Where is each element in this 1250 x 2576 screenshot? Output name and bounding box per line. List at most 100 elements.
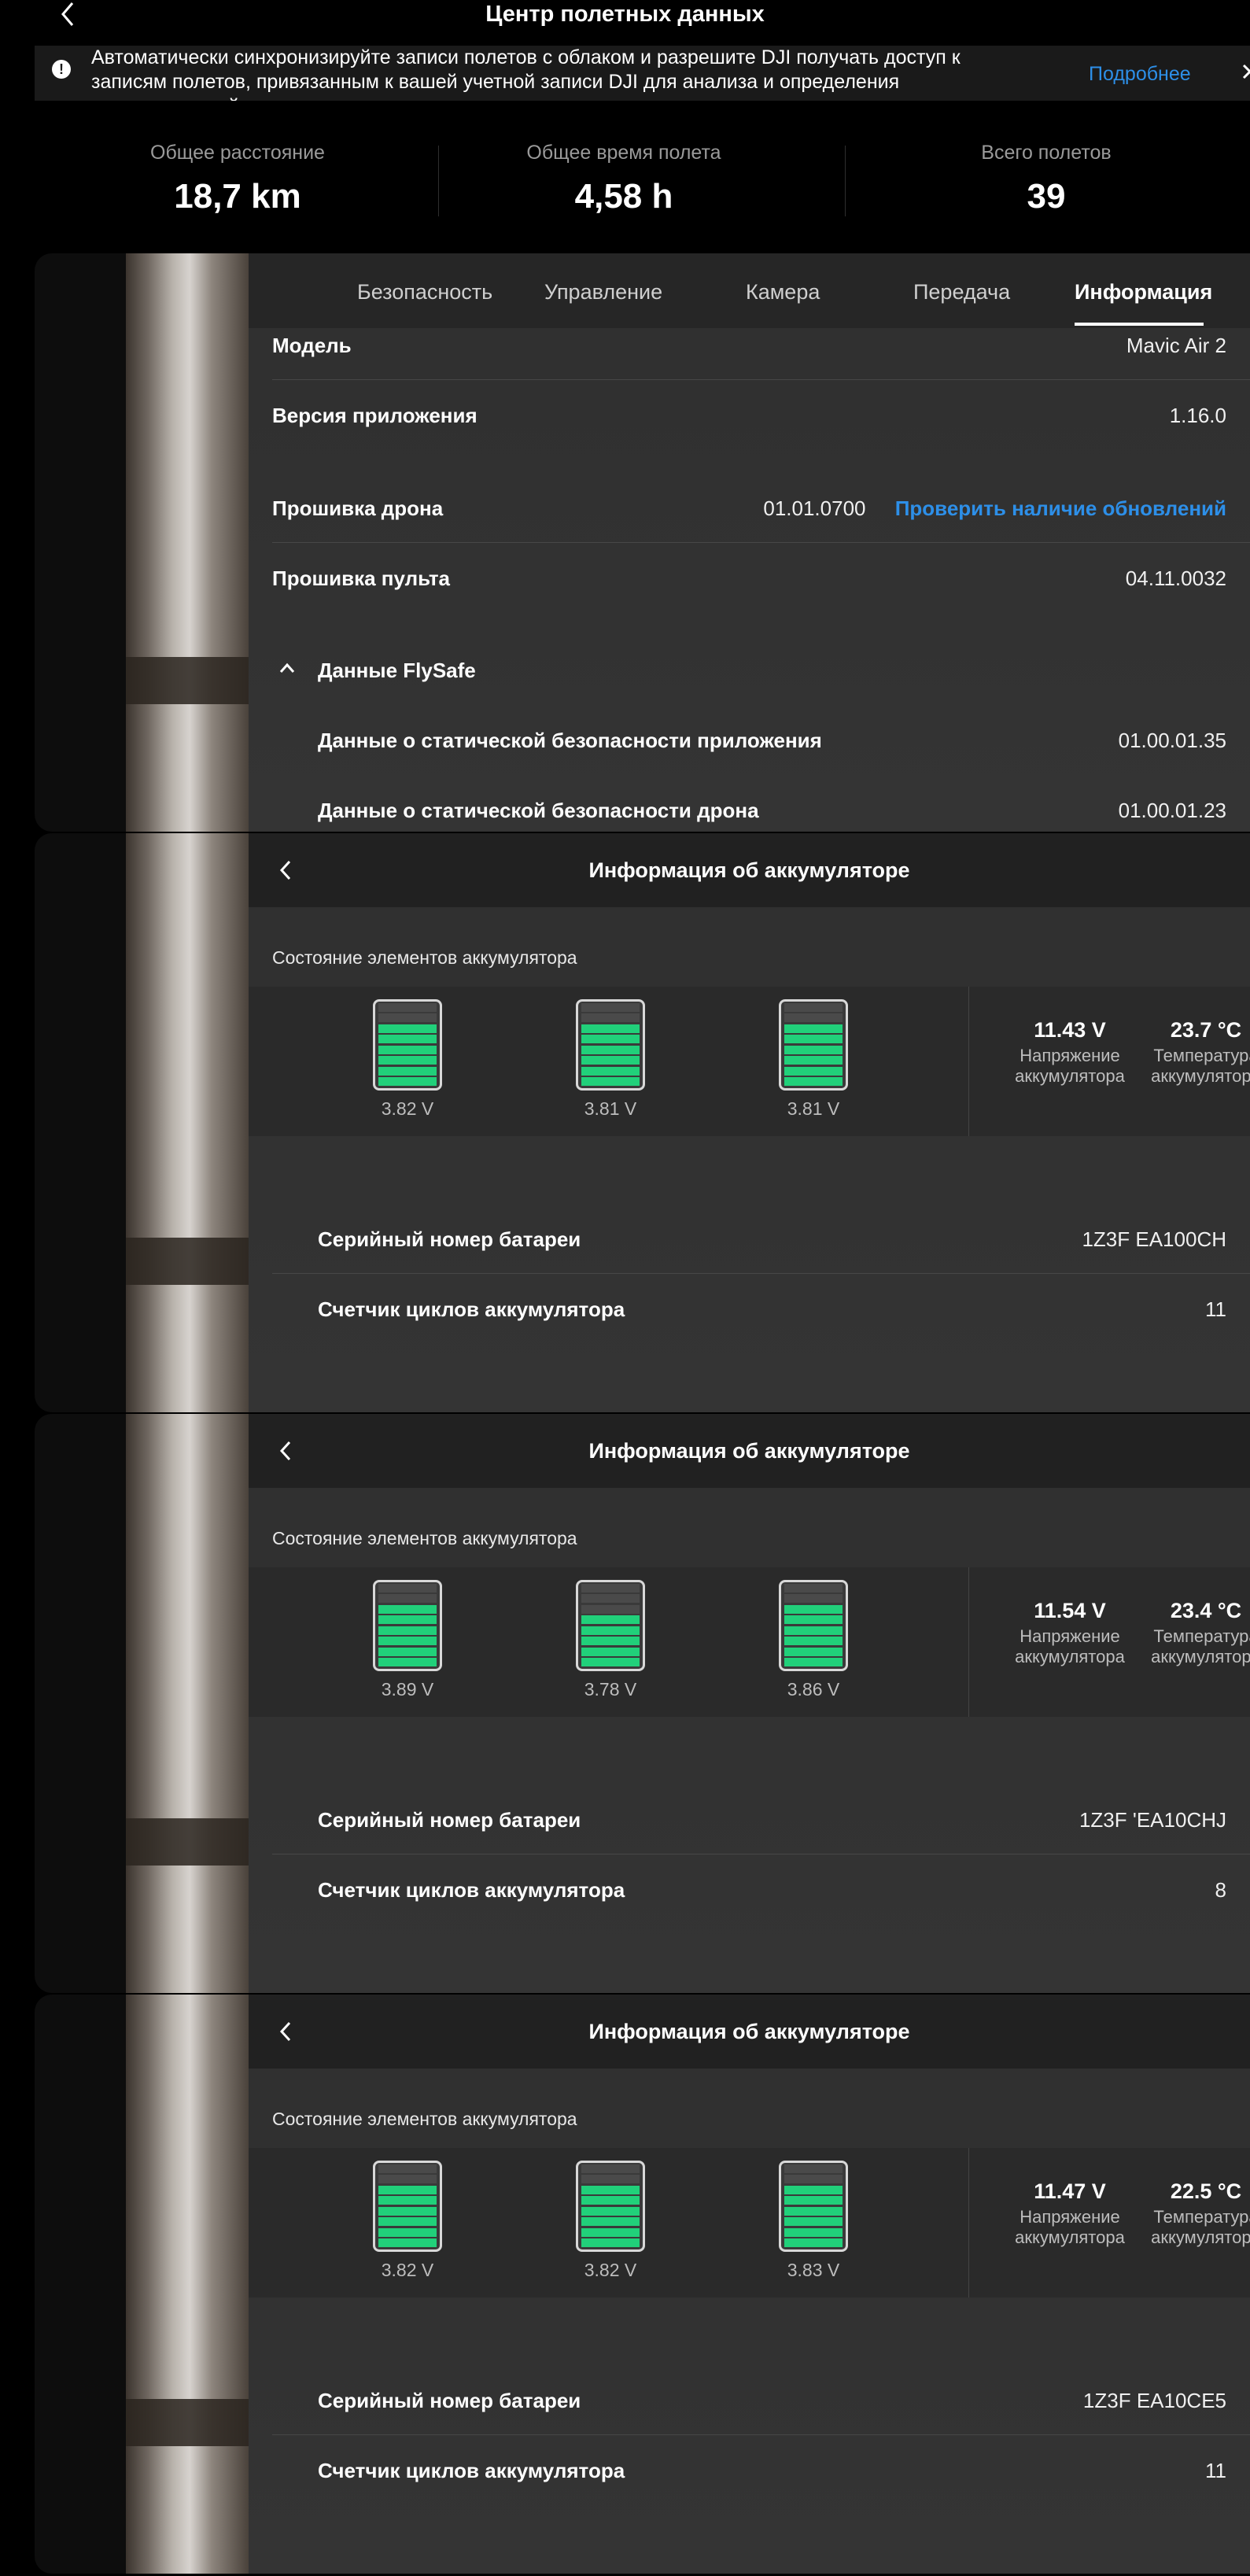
voltage-value: 11.47 V — [1034, 2179, 1106, 2203]
voltage-label: Напряжение аккумулятора — [1003, 2207, 1137, 2248]
battery-content: Информация об аккумуляторе Состояние эле… — [249, 1414, 1250, 1993]
voltage-label-line: аккумулятора — [1015, 1647, 1125, 1666]
row-label: Данные FlySafe — [318, 659, 476, 682]
alert-icon: ! — [52, 60, 71, 79]
info-row-app-static: Данные о статической безопасности прилож… — [249, 706, 1250, 775]
cell-segment — [378, 2164, 437, 2173]
info-panel: Безопасность Управление Камера Передача … — [35, 253, 1250, 832]
row-divider — [272, 379, 1250, 380]
cells-label: Состояние элементов аккумулятора — [272, 947, 577, 968]
tab-camera[interactable]: Камера — [746, 280, 820, 304]
more-link[interactable]: Подробнее — [1089, 63, 1191, 86]
cells-area: 3.82 V 3.82 V 3.83 V 11.47 V Напряжение … — [249, 2148, 1250, 2297]
cell-segment — [784, 2217, 843, 2226]
cell-segment — [378, 1615, 437, 1624]
chevron-up-icon — [279, 662, 295, 673]
row-label: Модель — [272, 334, 352, 357]
row-value: 1Z3F 'EA10CHJ — [1079, 1808, 1226, 1832]
cell-segment — [581, 2217, 640, 2226]
tab-information[interactable]: Информация — [1075, 280, 1212, 304]
info-content: Безопасность Управление Камера Передача … — [249, 253, 1250, 832]
cells-area: 3.89 V 3.78 V 3.86 V 11.54 V Напряжение … — [249, 1567, 1250, 1717]
battery-cell: 3.81 V — [576, 999, 645, 1120]
cell-segment — [581, 1604, 640, 1614]
temperature-label: Температура аккумулятора — [1139, 1046, 1250, 1087]
row-label: Прошивка пульта — [272, 566, 451, 590]
stat-label: Общее расстояние — [150, 142, 325, 164]
tab-control[interactable]: Управление — [544, 280, 662, 304]
cell-segment — [581, 1035, 640, 1043]
cell-segment — [784, 2164, 843, 2173]
battery-temperature: 22.5 °C Температура аккумулятора — [1139, 2179, 1250, 2248]
tab-safety[interactable]: Безопасность — [357, 280, 492, 304]
row-divider — [272, 542, 1250, 543]
stat-total-distance: Общее расстояние 18,7 km — [33, 142, 442, 216]
background-photo — [126, 253, 249, 832]
row-value: Mavic Air 2 — [1126, 334, 1226, 357]
cell-segment — [378, 1035, 437, 1043]
row-label: Версия приложения — [272, 404, 478, 427]
battery-voltage: 11.54 V Напряжение аккумулятора — [1003, 1599, 1137, 1667]
cell-battery-icon — [779, 1580, 848, 1671]
row-value: 01.00.01.35 — [1118, 729, 1226, 752]
stats-divider — [438, 146, 439, 216]
page-title: Центр полетных данных — [485, 2, 765, 27]
close-icon[interactable] — [1238, 60, 1250, 83]
row-label: Серийный номер батареи — [318, 2389, 581, 2412]
temperature-label-line: аккумулятора — [1151, 1647, 1250, 1666]
sync-notice-banner: ! Автоматически синхронизируйте записи п… — [35, 46, 1250, 101]
battery-title: Информация об аккумуляторе — [588, 858, 910, 882]
row-label: Счетчик циклов аккумулятора — [318, 2459, 625, 2482]
voltage-value: 11.54 V — [1034, 1599, 1106, 1622]
cell-segment — [581, 2238, 640, 2247]
cell-segment — [378, 1013, 437, 1022]
temperature-label: Температура аккумулятора — [1139, 2207, 1250, 2248]
battery-cell: 3.82 V — [373, 2161, 442, 2281]
flysafe-section-toggle[interactable]: Данные FlySafe — [249, 636, 1250, 705]
cell-battery-icon — [373, 999, 442, 1091]
temperature-value: 23.7 °C — [1170, 1018, 1242, 1042]
cell-segment — [581, 1637, 640, 1645]
cell-segment — [784, 1637, 843, 1645]
cell-segment — [378, 1077, 437, 1086]
cell-segment — [784, 1626, 843, 1635]
cell-voltage: 3.86 V — [787, 1679, 840, 1699]
battery-serial-row: Серийный номер батареи 1Z3F 'EA10CHJ — [249, 1785, 1250, 1854]
stat-total-flights: Всего полетов 39 — [842, 142, 1250, 216]
cell-segment — [378, 1637, 437, 1645]
row-value: 04.11.0032 — [1125, 566, 1226, 590]
check-updates-link[interactable]: Проверить наличие обновлений — [895, 496, 1226, 520]
battery-panel-3: Информация об аккумуляторе Состояние эле… — [35, 1995, 1250, 2574]
battery-serial-row: Серийный номер батареи 1Z3F EA10CE5 — [249, 2366, 1250, 2435]
cell-segment — [784, 1604, 843, 1614]
cell-voltage: 3.82 V — [381, 2260, 434, 2280]
battery-header: Информация об аккумуляторе — [249, 833, 1250, 907]
battery-header: Информация об аккумуляторе — [249, 1995, 1250, 2069]
battery-temperature: 23.7 °C Температура аккумулятора — [1139, 1018, 1250, 1087]
battery-cell: 3.82 V — [373, 999, 442, 1120]
cells-label: Состояние элементов аккумулятора — [272, 2109, 577, 2129]
cell-segment — [784, 1045, 843, 1054]
cell-segment — [581, 2164, 640, 2173]
cell-segment — [378, 2196, 437, 2205]
cell-segment — [378, 1647, 437, 1656]
tab-transmission[interactable]: Передача — [913, 280, 1010, 304]
stat-value: 39 — [1027, 177, 1066, 216]
battery-cycles-row: Счетчик циклов аккумулятора 8 — [249, 1855, 1250, 1925]
cells-label: Состояние элементов аккумулятора — [272, 1528, 577, 1548]
cell-voltage: 3.82 V — [584, 2260, 637, 2280]
battery-content: Информация об аккумуляторе Состояние эле… — [249, 833, 1250, 1412]
temperature-label: Температура аккумулятора — [1139, 1626, 1250, 1667]
cell-segment — [581, 2196, 640, 2205]
cell-segment — [378, 1658, 437, 1666]
cell-battery-icon — [576, 999, 645, 1091]
cell-segment — [784, 2185, 843, 2194]
row-value: 8 — [1215, 1878, 1226, 1902]
voltage-label-line: аккумулятора — [1015, 2227, 1125, 2247]
cell-voltage: 3.83 V — [787, 2260, 840, 2280]
cell-voltage: 3.81 V — [584, 1098, 637, 1119]
background-photo — [126, 833, 249, 1412]
info-row-app-version: Версия приложения 1.16.0 — [249, 381, 1250, 450]
background-photo — [126, 1414, 249, 1993]
row-value: 11 — [1205, 1297, 1226, 1321]
